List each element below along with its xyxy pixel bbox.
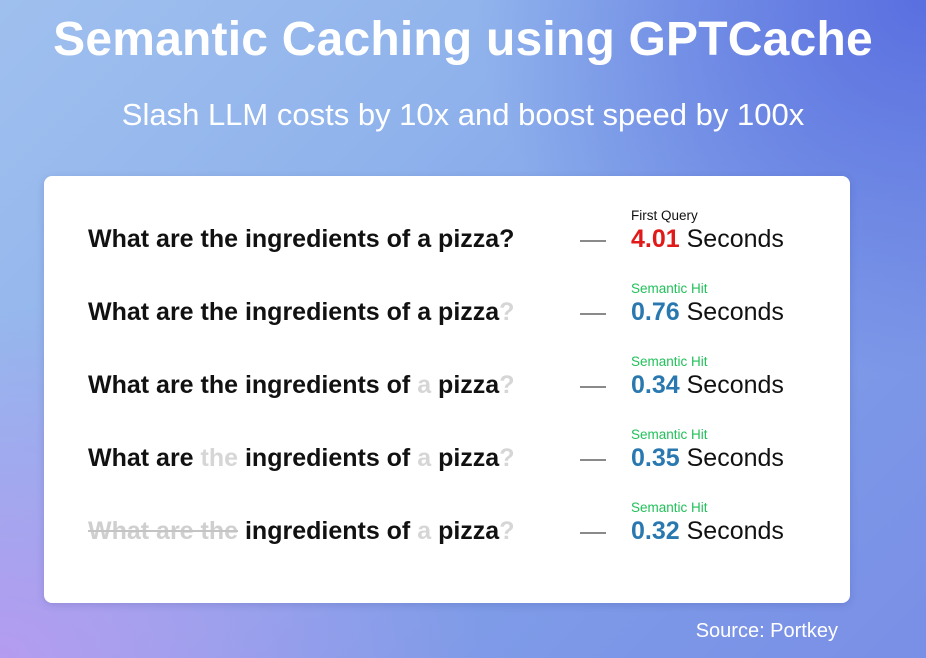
first-query-label: First Query	[631, 208, 698, 223]
page-title: Semantic Caching using GPTCache	[53, 13, 873, 66]
query-segment: pizza	[431, 517, 500, 545]
query-segment: What are the	[88, 517, 239, 545]
semantic-hit-label: Semantic Hit	[631, 427, 708, 442]
response-time-unit: Seconds	[679, 517, 784, 545]
dash-divider	[580, 313, 606, 315]
dash-divider	[580, 386, 606, 388]
semantic-hit-label: Semantic Hit	[631, 500, 708, 515]
response-time-value: 0.32	[631, 517, 680, 545]
query-segment: ?	[499, 517, 515, 545]
dash-divider	[580, 240, 606, 242]
response-time: 0.32 Seconds	[631, 516, 784, 546]
query-text: What are the ingredients of a pizza?	[88, 516, 514, 546]
semantic-hit-label: Semantic Hit	[631, 281, 708, 296]
query-row: What are the ingredients of a pizza? Sema…	[44, 468, 850, 545]
semantic-hit-label: Semantic Hit	[631, 354, 708, 369]
query-segment: a	[417, 517, 432, 545]
dash-divider	[580, 532, 606, 534]
query-row: What are the ingredients of a pizza? Firs…	[44, 176, 850, 253]
query-row: What are the ingredients of a pizza? Sema…	[44, 249, 850, 326]
dash-divider	[580, 459, 606, 461]
query-row: What are the ingredients of a pizza? Sema…	[44, 322, 850, 399]
query-segment: ingredients of	[238, 517, 418, 545]
source-credit: Source: Portkey	[695, 620, 838, 642]
query-row: What are the ingredients of a pizza? Sema…	[44, 395, 850, 472]
page-subtitle: Slash LLM costs by 10x and boost speed b…	[121, 97, 805, 132]
comparison-card: What are the ingredients of a pizza? Firs…	[44, 176, 850, 603]
